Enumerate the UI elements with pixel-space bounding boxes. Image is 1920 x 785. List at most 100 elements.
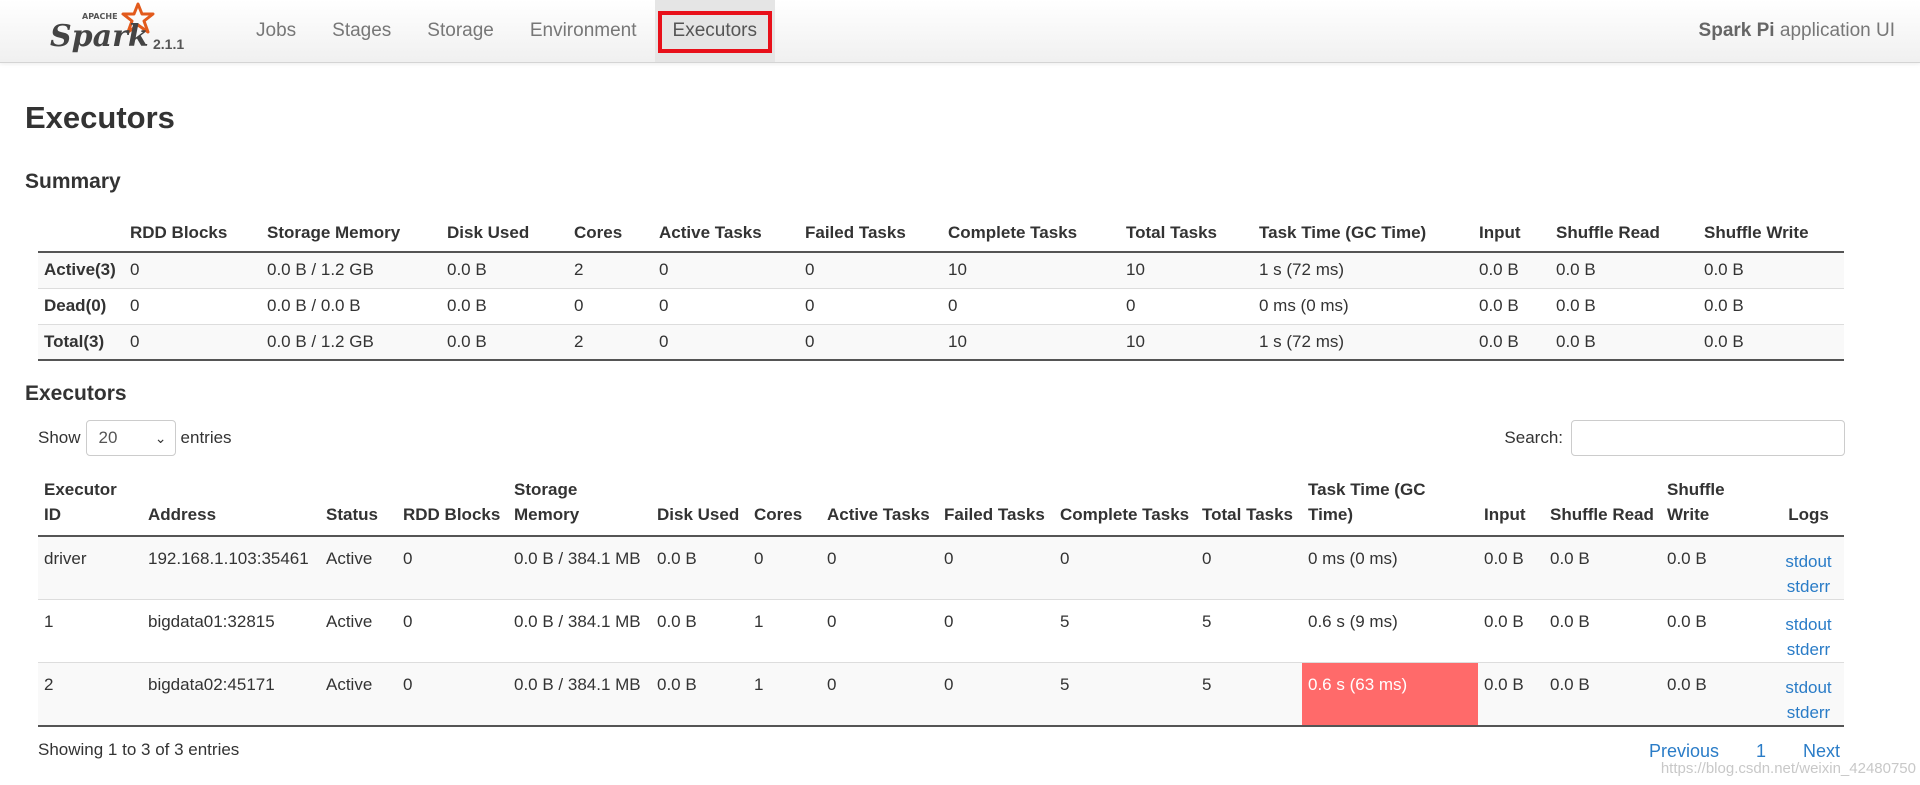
stdout-link[interactable]: stdout [1779, 612, 1838, 637]
summary-header[interactable]: Disk Used [441, 218, 568, 253]
summary-row: Dead(0) 0 0.0 B / 0.0 B 0.0 B 0 0 0 0 0 0 ms (0 m… [38, 288, 1844, 324]
summary-header[interactable]: Active Tasks [653, 218, 799, 253]
summary-header[interactable]: Input [1473, 218, 1550, 253]
tab-jobs[interactable]: Jobs [238, 0, 314, 62]
summary-cell: 0 [659, 331, 669, 351]
stderr-link[interactable]: stderr [1779, 574, 1838, 599]
executor-cell: 0.0 B [1484, 675, 1524, 694]
executor-cell: 0.0 B [1484, 612, 1524, 631]
executor-cell: 0 [403, 612, 413, 631]
search-control: Search: [1504, 420, 1845, 456]
executor-cell: 0 [944, 675, 954, 694]
executors-header[interactable]: Disk Used [651, 473, 748, 537]
executors-header[interactable]: Total Tasks [1196, 473, 1302, 537]
executor-cell: 0.6 s (9 ms) [1308, 612, 1398, 631]
stderr-link[interactable]: stderr [1779, 637, 1838, 662]
executor-cell: 0.0 B [657, 675, 697, 694]
executor-cell: 0.6 s (63 ms) [1302, 662, 1478, 726]
executors-header[interactable]: Task Time (GC Time) [1302, 473, 1478, 537]
executor-cell: 0.0 B [1667, 549, 1707, 568]
executor-cell: 5 [1060, 612, 1070, 631]
stdout-link-label: stdout [1785, 552, 1832, 571]
summary-header[interactable]: Failed Tasks [799, 218, 942, 253]
executor-cell: 2 [44, 675, 54, 694]
previous-button[interactable]: Previous [1649, 741, 1719, 762]
app-title-suffix: application UI [1774, 20, 1895, 41]
executors-header[interactable]: Active Tasks [821, 473, 938, 537]
summary-cell: 0.0 B [1556, 296, 1596, 315]
executors-header[interactable]: Storage Memory [508, 473, 651, 537]
executor-cell: 0 [754, 549, 764, 568]
executor-cell: 0.0 B / 384.1 MB [514, 675, 641, 694]
executors-header[interactable]: Address [142, 473, 320, 537]
logs-cell: stdout stderr [1773, 600, 1844, 663]
summary-cell: 0.0 B [1479, 296, 1519, 315]
summary-cell: 0 [805, 331, 815, 351]
summary-header[interactable]: Task Time (GC Time) [1253, 218, 1473, 253]
next-button[interactable]: Next [1803, 741, 1840, 762]
summary-cell: 0.0 B / 0.0 B [267, 296, 361, 315]
executors-header[interactable]: RDD Blocks [397, 473, 508, 537]
executors-header[interactable]: Cores [748, 473, 821, 537]
executor-cell: 0 [403, 675, 413, 694]
summary-table: RDD Blocks Storage Memory Disk Used Core… [38, 218, 1844, 361]
executors-header[interactable]: Executor ID [38, 473, 142, 537]
executor-cell: 0.0 B [1550, 675, 1590, 694]
executors-header[interactable]: Failed Tasks [938, 473, 1054, 537]
watermark: https://blog.csdn.net/weixin_42480750 [1660, 760, 1916, 777]
executors-header[interactable]: Status [320, 473, 397, 537]
tab-executors[interactable]: Executors [654, 0, 775, 62]
executors-header[interactable]: Complete Tasks [1054, 473, 1196, 537]
summary-header[interactable]: Shuffle Write [1698, 218, 1844, 253]
stdout-link[interactable]: stdout [1779, 549, 1838, 574]
summary-cell: 10 [1126, 331, 1145, 351]
summary-cell: 0 [805, 296, 815, 315]
stdout-link[interactable]: stdout [1779, 675, 1838, 700]
executor-cell: Active [326, 612, 373, 631]
svg-text:Spark: Spark [50, 19, 149, 54]
app-name: Spark Pi [1698, 20, 1775, 41]
page-size-select[interactable]: 20 ⌄ [85, 420, 176, 456]
executor-cell: bigdata02:45171 [148, 675, 275, 694]
tab-storage[interactable]: Storage [409, 0, 512, 62]
summary-row-label: Dead(0) [44, 296, 107, 315]
page-button[interactable]: 1 [1756, 741, 1766, 762]
main-nav: Jobs Stages Storage Environment Executor… [238, 0, 775, 62]
tab-environment[interactable]: Environment [512, 0, 655, 62]
summary-row: Total(3) 0 0.0 B / 1.2 GB 0.0 B 2 0 0 10 10 1 s (… [38, 324, 1844, 360]
summary-header[interactable]: Shuffle Read [1550, 218, 1698, 253]
summary-cell: 0.0 B [1556, 260, 1596, 280]
summary-header [38, 218, 124, 253]
executors-header[interactable]: Shuffle Read [1544, 473, 1661, 537]
executors-header[interactable]: Shuffle Write [1661, 473, 1773, 537]
summary-header[interactable]: Complete Tasks [942, 218, 1120, 253]
tab-stages[interactable]: Stages [314, 0, 409, 62]
summary-header[interactable]: Cores [568, 218, 653, 253]
executor-cell: 1 [754, 612, 764, 631]
executor-cell: 5 [1060, 675, 1070, 694]
chevron-down-icon: ⌄ [154, 430, 167, 446]
summary-header[interactable]: Storage Memory [261, 218, 441, 253]
executors-table: Executor ID Address Status RDD Blocks St… [38, 473, 1844, 727]
executor-cell: 0.0 B [1667, 675, 1707, 694]
executor-cell: 0.0 B [1550, 612, 1590, 631]
summary-cell: 0 ms (0 ms) [1259, 296, 1349, 315]
stderr-link[interactable]: stderr [1779, 700, 1838, 725]
executor-cell: 0 ms (0 ms) [1308, 549, 1398, 568]
summary-cell: 0 [130, 260, 140, 280]
summary-header[interactable]: RDD Blocks [124, 218, 261, 253]
executor-cell: 0 [1060, 549, 1070, 568]
summary-cell: 0.0 B [1556, 331, 1596, 351]
summary-cell: 0 [574, 296, 584, 315]
spark-logo[interactable]: APACHE Spark 2.1.1 [46, 2, 196, 60]
search-input[interactable] [1571, 420, 1845, 456]
pagination: Previous 1 Next [1612, 741, 1840, 762]
summary-cell: 0.0 B [1704, 296, 1744, 315]
page-length-control: Show 20 ⌄ entries [38, 420, 232, 456]
executor-cell: 5 [1202, 612, 1212, 631]
summary-row-label: Total(3) [44, 331, 105, 351]
summary-header[interactable]: Total Tasks [1120, 218, 1253, 253]
executors-header: Logs [1773, 473, 1844, 537]
executors-header[interactable]: Input [1478, 473, 1544, 537]
summary-cell: 0.0 B [1704, 260, 1744, 280]
